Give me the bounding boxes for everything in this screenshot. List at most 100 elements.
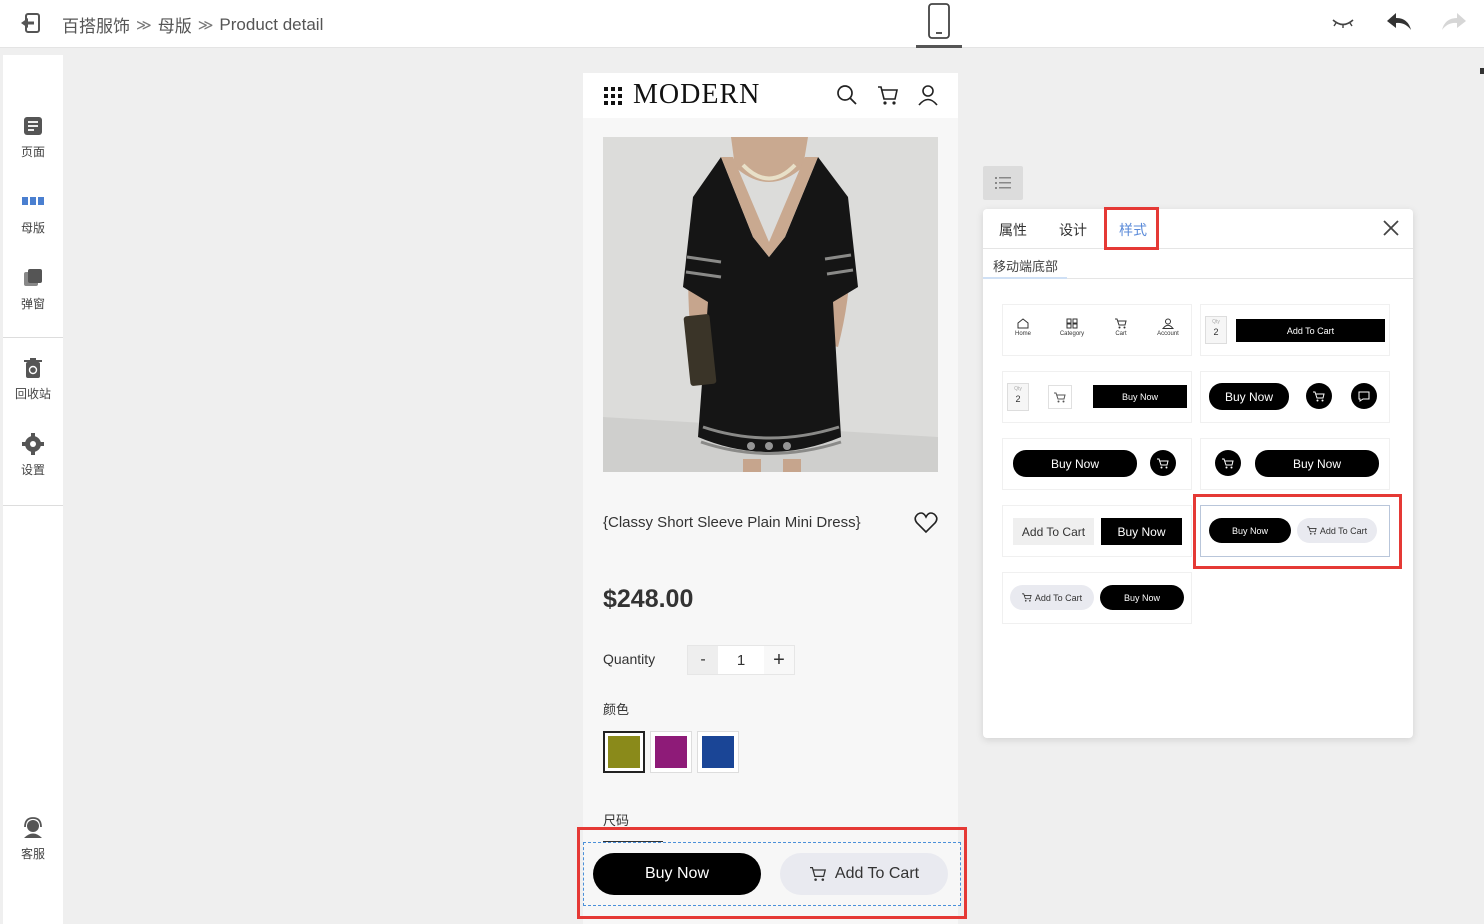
image-carousel-dots[interactable] (747, 442, 791, 450)
mini-qty-box: Qty 2 (1205, 316, 1227, 344)
highlight-box-style-tab (1104, 207, 1159, 250)
mini-buy-now-pill: Buy Now (1255, 450, 1379, 477)
top-toolbar: 百搭服饰 ≫ 母版 ≫ Product detail (0, 0, 1484, 48)
quantity-decrement-button[interactable]: - (688, 646, 718, 674)
style-option-nav-bar[interactable]: Home Category Cart Account (1003, 305, 1191, 355)
undo-icon[interactable] (1385, 10, 1413, 34)
quantity-label: Quantity (603, 651, 656, 667)
add-to-cart-label: Add To Cart (834, 865, 920, 882)
product-title: {Classy Short Sleeve Plain Mini Dress} (603, 514, 861, 531)
sidebar-item-label: 页面 (20, 145, 45, 159)
mini-buy-now-rect: Buy Now (1101, 518, 1182, 545)
product-image[interactable] (603, 137, 938, 472)
add-to-cart-button[interactable]: Add To Cart (780, 853, 948, 895)
home-icon (1017, 318, 1029, 329)
tab-properties[interactable]: 属性 (999, 220, 1027, 240)
customer-service-icon (24, 817, 42, 838)
buy-now-button[interactable]: Buy Now (593, 853, 761, 895)
mini-buy-now-pill: Buy Now (1209, 383, 1289, 410)
page-scrollbar-marker (1480, 68, 1484, 74)
search-icon[interactable] (836, 84, 858, 106)
carousel-dot[interactable] (765, 442, 773, 450)
account-icon (1162, 318, 1174, 329)
color-swatch-fill (608, 736, 640, 768)
color-swatch-fill (655, 736, 687, 768)
sidebar-item-label: 回收站 (14, 387, 51, 401)
quantity-stepper: - 1 + (687, 645, 795, 675)
exit-icon[interactable] (18, 11, 42, 35)
page-icon (24, 117, 42, 135)
mini-add-to-cart-rect: Add To Cart (1013, 518, 1094, 545)
wishlist-heart-icon[interactable] (914, 511, 938, 535)
nav-label: Home (1014, 331, 1031, 337)
sidebar-item-popup[interactable]: 弹窗 (3, 267, 63, 312)
style-option-add-to-cart-buy-now-pills[interactable]: Add To Cart Buy Now (1003, 573, 1191, 623)
subtab-mobile-bottom[interactable]: 移动端底部 (993, 256, 1058, 275)
mini-cart-square (1048, 385, 1072, 409)
style-option-buy-now-cart-chat[interactable]: Buy Now (1201, 372, 1389, 422)
sidebar-item-settings[interactable]: 设置 (3, 433, 63, 478)
settings-gear-icon (22, 433, 44, 455)
nav-category: Category (1052, 318, 1092, 337)
sidebar-item-customer-service[interactable]: 客服 (3, 817, 63, 862)
cart-icon (1115, 318, 1127, 329)
close-icon[interactable] (1381, 218, 1401, 238)
color-swatch-olive[interactable] (603, 731, 645, 773)
cart-icon (1157, 458, 1169, 468)
sidebar-item-master[interactable]: 母版 (3, 191, 63, 236)
breadcrumb: 百搭服饰 ≫ 母版 ≫ Product detail (62, 12, 323, 37)
sidebar-item-label: 设置 (20, 463, 45, 477)
hide-eye-icon[interactable] (1330, 10, 1358, 34)
active-device-underline (916, 45, 962, 48)
color-swatch-purple[interactable] (650, 731, 692, 773)
store-logo[interactable]: MODERN (633, 79, 760, 111)
mobile-preview-button[interactable] (916, 0, 962, 48)
mini-add-to-cart-button: Add To Cart (1236, 319, 1385, 342)
account-icon[interactable] (917, 84, 939, 106)
breadcrumb-separator-icon: ≫ (197, 16, 214, 34)
sidebar-item-label: 弹窗 (20, 297, 45, 311)
mini-cart-circle (1215, 450, 1241, 476)
nav-label: Account (1157, 331, 1179, 337)
breadcrumb-page: Product detail (219, 14, 324, 34)
nav-label: Category (1059, 331, 1085, 337)
breadcrumb-site[interactable]: 百搭服饰 (62, 12, 130, 37)
panel-tab-bar: 属性 设计 样式 (983, 209, 1413, 249)
mini-buy-now-pill: Buy Now (1100, 585, 1184, 610)
carousel-dot[interactable] (783, 442, 791, 450)
breadcrumb-master[interactable]: 母版 (158, 12, 192, 37)
sidebar-divider (3, 337, 63, 338)
cart-icon (1313, 391, 1325, 401)
chat-icon (1358, 391, 1370, 402)
mini-buy-now-button: Buy Now (1093, 385, 1187, 408)
layer-list-toggle[interactable] (983, 166, 1023, 200)
style-option-add-to-cart-buy-now-rect[interactable]: Add To Cart Buy Now (1003, 506, 1191, 556)
master-icon (22, 197, 44, 205)
style-option-qty-cart-buy-now[interactable]: Qty 2 Buy Now (1003, 372, 1191, 422)
mini-qty-value: 2 (1015, 394, 1021, 404)
mini-cart-circle (1306, 383, 1332, 409)
mini-qty-caption: Qty (1212, 319, 1220, 325)
sidebar-item-page[interactable]: 页面 (3, 115, 63, 160)
nav-account: Account (1148, 318, 1188, 337)
quantity-increment-button[interactable]: + (764, 646, 794, 674)
menu-grid-icon[interactable] (604, 87, 622, 105)
list-icon (995, 177, 1011, 189)
cart-icon (1222, 458, 1234, 468)
style-option-buy-now-cart[interactable]: Buy Now (1003, 439, 1191, 489)
cart-icon[interactable] (877, 84, 899, 106)
redo-icon[interactable] (1440, 10, 1468, 34)
cart-icon (809, 866, 826, 881)
color-swatch-blue[interactable] (697, 731, 739, 773)
quantity-input[interactable]: 1 (718, 646, 764, 674)
sidebar-item-recycle-bin[interactable]: 回收站 (3, 357, 63, 402)
style-option-qty-add-to-cart[interactable]: Qty 2 Add To Cart (1201, 305, 1389, 355)
carousel-dot[interactable] (747, 442, 755, 450)
mini-qty-box: Qty 2 (1007, 383, 1029, 411)
color-swatch-fill (702, 736, 734, 768)
breadcrumb-separator-icon: ≫ (136, 16, 152, 34)
style-option-cart-buy-now[interactable]: Buy Now (1201, 439, 1389, 489)
mini-cart-circle (1150, 450, 1176, 476)
tab-design[interactable]: 设计 (1059, 220, 1087, 240)
store-header: MODERN (583, 73, 958, 118)
